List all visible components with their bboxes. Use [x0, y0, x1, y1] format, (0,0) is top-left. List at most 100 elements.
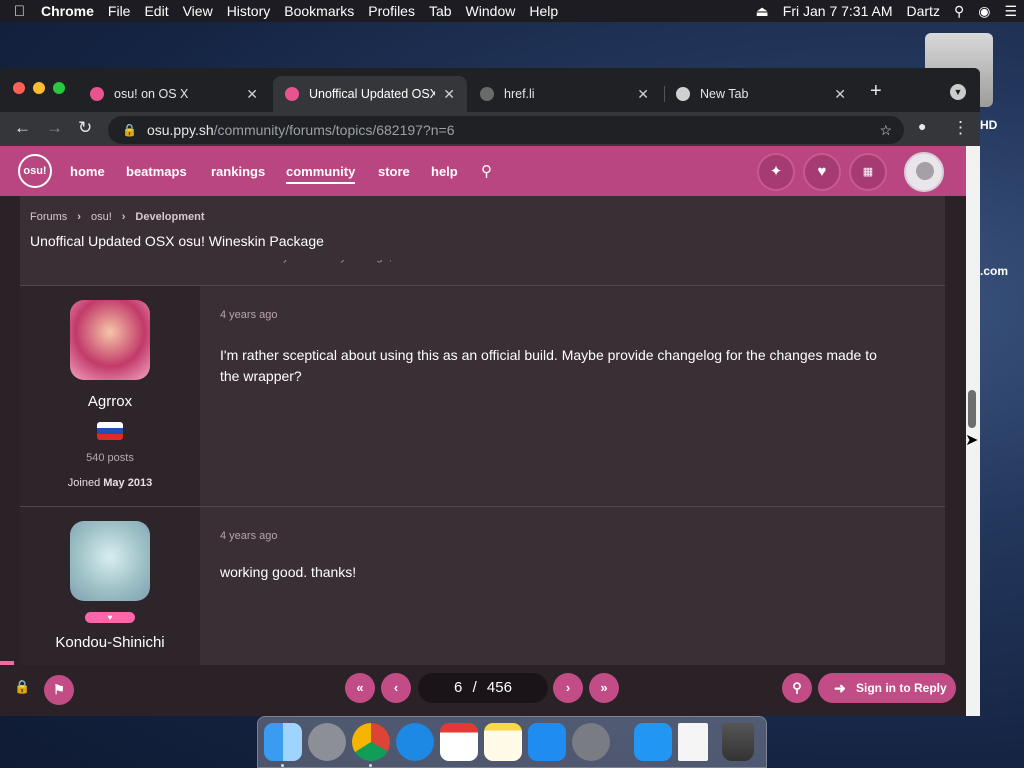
tab-href-li[interactable]: href.li ✕	[468, 76, 661, 112]
kebab-menu-icon[interactable]: ⋮	[952, 118, 969, 138]
avatar[interactable]	[70, 521, 150, 601]
previous-page-icon[interactable]: ‹	[381, 673, 411, 703]
bookmark-icon[interactable]: ⚑	[44, 675, 74, 705]
reload-icon[interactable]: ↻	[78, 118, 92, 138]
page-indicator[interactable]: 6 / 456	[418, 673, 548, 703]
tab-new-tab[interactable]: New Tab ✕	[664, 76, 858, 112]
supporter-heart-icon[interactable]: ♥	[85, 612, 135, 623]
current-post: 6	[454, 679, 463, 696]
sign-in-to-reply-button[interactable]: ➜ Sign in to Reply	[818, 673, 956, 703]
tab-title: href.li	[504, 87, 535, 101]
forward-arrow-icon[interactable]: →	[46, 118, 63, 138]
breadcrumb-forums[interactable]: Forums	[30, 211, 67, 223]
notes-icon[interactable]	[484, 723, 522, 761]
close-tab-icon[interactable]: ✕	[637, 86, 649, 103]
nav-rankings[interactable]: rankings	[211, 164, 265, 179]
tab-strip: osu! on OS X ✕ Unoffical Updated OSX ✕ h…	[0, 68, 980, 112]
nav-help[interactable]: help	[431, 164, 458, 179]
search-icon[interactable]: ⚲	[481, 162, 492, 180]
uk-flag-icon[interactable]: ▦	[849, 153, 887, 191]
post-timestamp[interactable]: 4 years ago	[220, 309, 277, 321]
finder-icon[interactable]	[264, 723, 302, 761]
menubar-user[interactable]: Dartz	[900, 3, 947, 19]
safari-icon[interactable]	[396, 723, 434, 761]
post-username[interactable]: Agrrox	[20, 393, 200, 410]
osu-favicon-icon	[285, 87, 299, 101]
post-author-panel: Agrrox 540 posts Joined May 2013	[20, 285, 200, 506]
address-bar[interactable]: 🔒 osu.ppy.sh/community/forums/topics/682…	[108, 116, 904, 144]
post-username[interactable]: Kondou-Shinichi	[20, 634, 200, 651]
menu-tab[interactable]: Tab	[422, 3, 459, 19]
tab-title: New Tab	[700, 87, 749, 101]
drive-label: HD	[980, 118, 998, 132]
app-store-icon[interactable]	[528, 723, 566, 761]
minimize-window-button[interactable]	[33, 82, 45, 94]
post-body: 4 years ago I'm rather sceptical about u…	[200, 285, 945, 506]
menu-app-chrome[interactable]: Chrome	[34, 3, 101, 19]
menu-view[interactable]: View	[176, 3, 220, 19]
close-window-button[interactable]	[13, 82, 25, 94]
nav-store[interactable]: store	[378, 164, 410, 179]
menu-edit[interactable]: Edit	[137, 3, 175, 19]
heart-icon[interactable]: ♥	[803, 153, 841, 191]
breadcrumb-development[interactable]: Development	[135, 211, 204, 223]
breadcrumb-osu[interactable]: osu!	[91, 211, 112, 223]
browser-toolbar: ← → ↻ 🔒 osu.ppy.sh/community/forums/topi…	[0, 112, 980, 146]
new-tab-plus-icon[interactable]: +	[870, 80, 882, 103]
apple-menu-icon[interactable]: 	[0, 3, 34, 20]
lock-icon[interactable]: 🔒	[122, 123, 137, 137]
launchpad-icon[interactable]	[308, 723, 346, 761]
menu-file[interactable]: File	[101, 3, 138, 19]
document-icon[interactable]	[678, 723, 708, 761]
last-page-icon[interactable]: »	[589, 673, 619, 703]
first-page-icon[interactable]: «	[345, 673, 375, 703]
system-preferences-icon[interactable]	[572, 723, 610, 761]
zoom-window-button[interactable]	[53, 82, 65, 94]
nav-beatmaps[interactable]: beatmaps	[126, 164, 187, 179]
siri-icon[interactable]: ◉	[971, 3, 997, 20]
trash-icon[interactable]	[722, 723, 754, 761]
tab-unoffical-updated[interactable]: Unoffical Updated OSX ✕	[273, 76, 467, 112]
scrollbar-thumb[interactable]	[968, 390, 976, 428]
tab-title: Unoffical Updated OSX	[309, 87, 436, 101]
app-store-download-icon[interactable]	[634, 723, 672, 761]
lock-icon: 🔒	[14, 679, 31, 694]
post-text: I'm rather sceptical about using this as…	[220, 347, 877, 384]
url-path: /community/forums/topics/682197?n=6	[213, 122, 455, 138]
post-timestamp[interactable]: 4 years ago	[220, 530, 277, 542]
total-posts: 456	[486, 679, 512, 696]
next-page-icon[interactable]: ›	[553, 673, 583, 703]
chevron-right-icon: ›	[77, 211, 81, 223]
menu-window[interactable]: Window	[459, 3, 523, 19]
menu-history[interactable]: History	[220, 3, 278, 19]
close-tab-icon[interactable]: ✕	[246, 86, 258, 103]
tab-search-chevron-icon[interactable]: ▼	[950, 84, 966, 100]
tab-osu-on-osx[interactable]: osu! on OS X ✕	[78, 76, 270, 112]
bookmark-star-icon[interactable]: ☆	[879, 122, 892, 139]
post-count[interactable]: 540 posts	[20, 452, 200, 464]
search-icon[interactable]: ⚲	[782, 673, 812, 703]
menu-bookmarks[interactable]: Bookmarks	[277, 3, 361, 19]
menu-bar:  Chrome File Edit View History Bookmark…	[0, 0, 1024, 22]
menu-help[interactable]: Help	[522, 3, 565, 19]
menubar-clock[interactable]: Fri Jan 7 7:31 AM	[776, 3, 900, 19]
avatar[interactable]	[70, 300, 150, 380]
desktop-partial-label: .com	[980, 264, 1009, 278]
osu-logo[interactable]: osu!	[18, 154, 52, 188]
eject-icon[interactable]: ⏏	[749, 3, 776, 20]
back-arrow-icon[interactable]: ←	[14, 118, 31, 138]
close-tab-icon[interactable]: ✕	[834, 86, 846, 103]
post-divider	[20, 285, 945, 286]
spotlight-search-icon[interactable]: ⚲	[947, 3, 971, 20]
dock	[257, 716, 767, 768]
twitter-icon[interactable]: ✦	[757, 153, 795, 191]
close-tab-icon[interactable]: ✕	[443, 86, 455, 103]
menu-profiles[interactable]: Profiles	[361, 3, 422, 19]
calendar-icon[interactable]	[440, 723, 478, 761]
nav-home[interactable]: home	[70, 164, 105, 179]
nav-community[interactable]: community	[286, 164, 356, 184]
user-avatar[interactable]	[904, 152, 944, 192]
notification-center-icon[interactable]: ☰	[997, 3, 1024, 20]
chrome-icon[interactable]	[352, 723, 390, 761]
profile-icon[interactable]: ●	[918, 118, 926, 134]
